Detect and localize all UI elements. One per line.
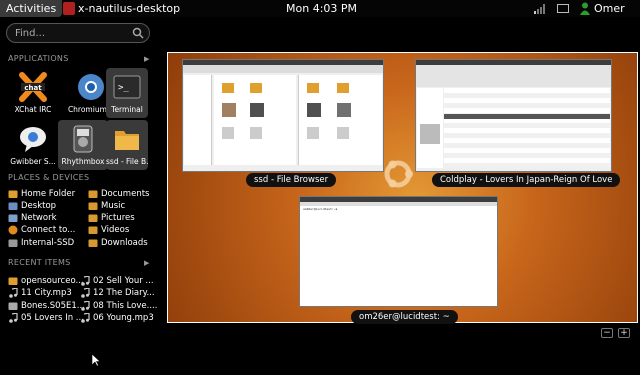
network-signal-icon[interactable] [534, 4, 546, 14]
place-item-label: Pictures [101, 213, 135, 223]
recent-item-label: 05 Lovers In ... [21, 313, 84, 323]
expand-arrow-icon[interactable]: ▶ [144, 259, 149, 267]
app-rhythmbox[interactable]: Rhythmbox [58, 120, 108, 170]
window-toolbar [416, 65, 611, 87]
recent-item-label: 11 City.mp3 [21, 288, 72, 298]
recent-item-label: opensourceo... [21, 276, 84, 286]
recent-item-label: 06 Young.mp3 [93, 313, 154, 323]
svg-text:>_: >_ [118, 83, 129, 93]
connect-icon [8, 225, 18, 235]
album-art [420, 124, 440, 144]
app-menu-title[interactable]: x-nautilus-desktop [78, 0, 180, 17]
place-item-label: Network [21, 213, 57, 223]
user-icon[interactable] [580, 2, 590, 15]
svg-text:chat: chat [24, 84, 42, 92]
window-label-rhythmbox[interactable]: Coldplay - Lovers In Japan-Reign Of Love [432, 173, 621, 187]
recent-item-label: Bones.S05E1... [21, 301, 85, 311]
window-sidebar [184, 75, 212, 165]
home-folder-icon [8, 189, 18, 199]
place-item-label: Videos [101, 225, 130, 235]
window-pane-left [214, 75, 296, 165]
add-workspace-button[interactable]: + [618, 328, 630, 338]
folder-icon [88, 225, 98, 235]
recent-item-label: 02 Sell Your ... [93, 276, 154, 286]
app-label: XChat IRC [14, 105, 52, 114]
folder-icon [88, 201, 98, 211]
activities-button[interactable]: Activities [0, 0, 63, 17]
app-file-browser[interactable]: ssd - File B... [106, 120, 148, 170]
places-heading: PLACES & DEVICES [8, 173, 90, 182]
folder-icon [88, 238, 98, 248]
drive-icon [8, 238, 18, 248]
app-label: Gwibber S... [10, 157, 56, 166]
music-note-icon [80, 300, 90, 311]
place-item-label: Music [101, 201, 126, 211]
search-input[interactable] [15, 26, 125, 40]
place-item-label: Documents [101, 189, 150, 199]
search-field[interactable] [6, 23, 150, 43]
chromium-icon [78, 74, 104, 100]
recent-heading: RECENT ITEMS [8, 258, 71, 267]
mail-icon[interactable] [557, 4, 569, 13]
recent-item-label: 08 This Love.... [93, 301, 158, 311]
desktop-icon [8, 201, 18, 211]
window-thumbnail-terminal[interactable]: om26er@lucidtest:~$ [299, 196, 498, 307]
place-item-label: Desktop [21, 201, 57, 211]
xchat-icon: chat [19, 72, 47, 102]
window-menubar [300, 202, 497, 206]
mouse-cursor-icon [92, 354, 101, 367]
app-menu-icon[interactable] [63, 2, 75, 15]
window-thumbnail-file-browser[interactable] [182, 59, 384, 172]
applications-heading: APPLICATIONS [8, 54, 69, 63]
app-xchat[interactable]: chat XChat IRC [4, 68, 62, 118]
folder-icon [115, 131, 139, 150]
clock[interactable]: Mon 4:03 PM [286, 0, 357, 17]
track-list [444, 88, 610, 168]
app-label: Rhythmbox [61, 157, 105, 166]
app-gwibber[interactable]: Gwibber S... [4, 120, 62, 170]
music-note-icon [80, 275, 90, 286]
gwibber-icon [20, 127, 46, 152]
document-icon [8, 276, 18, 286]
music-note-icon [80, 287, 90, 298]
place-item-label: Home Folder [21, 189, 76, 199]
place-item-label: Connect to... [21, 225, 76, 235]
music-note-icon [8, 287, 18, 298]
recent-item-label: 12 The Diary... [93, 288, 155, 298]
window-label-terminal[interactable]: om26er@lucidtest: ~ [351, 310, 458, 324]
network-icon [8, 213, 18, 223]
music-note-icon [8, 312, 18, 323]
window-thumbnail-rhythmbox[interactable] [415, 59, 612, 172]
terminal-icon: >_ [113, 75, 141, 99]
app-label: Terminal [111, 105, 143, 114]
place-item-label: Internal-SSD [21, 238, 75, 248]
folder-icon [88, 213, 98, 223]
app-terminal[interactable]: >_ Terminal [106, 68, 148, 118]
terminal-prompt: om26er@lucidtest:~$ [303, 207, 338, 211]
window-label-file-browser[interactable]: ssd - File Browser [246, 173, 337, 187]
window-toolbar [183, 65, 383, 73]
top-panel: Activities x-nautilus-desktop Mon 4:03 P… [0, 0, 640, 17]
workspace[interactable]: ssd - File Browser Coldplay - Lovers In … [167, 52, 638, 324]
folder-icon [88, 189, 98, 199]
music-note-icon [80, 312, 90, 323]
ubuntu-logo-icon [384, 160, 413, 188]
user-menu[interactable]: Omer [594, 0, 625, 17]
video-icon [8, 301, 18, 311]
remove-workspace-button[interactable]: − [601, 328, 613, 338]
place-item-label: Downloads [101, 238, 148, 248]
rhythmbox-icon [73, 125, 93, 153]
expand-arrow-icon[interactable]: ▶ [144, 55, 149, 63]
app-label: ssd - File B... [106, 157, 148, 166]
window-pane-right [298, 75, 382, 165]
search-icon [132, 27, 144, 39]
